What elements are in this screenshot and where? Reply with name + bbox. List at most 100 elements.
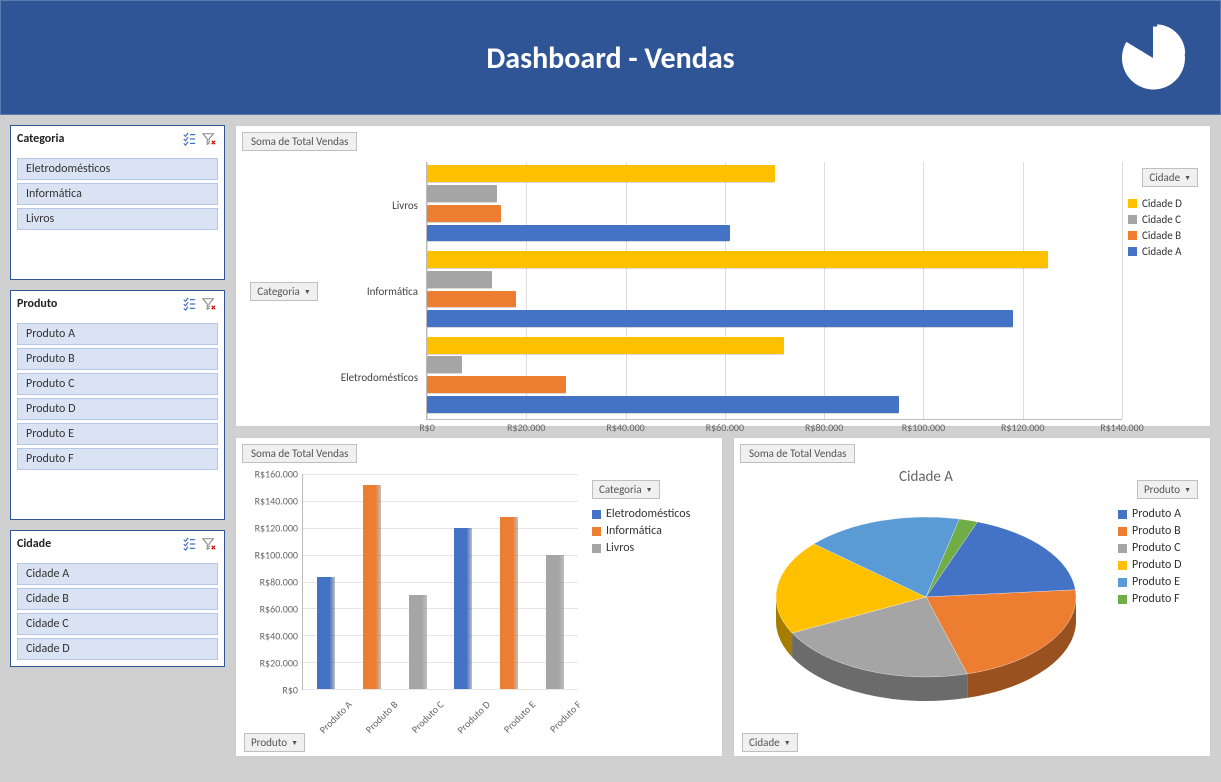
bar: [363, 485, 381, 689]
bar: [427, 396, 899, 413]
legend-item: Cidade C: [1128, 213, 1198, 226]
field-button-categoria[interactable]: Categoria▼: [592, 480, 660, 499]
axis-tick: R$0: [419, 421, 435, 434]
slicer-categoria: Categoria Eletrodomésticos Informática L…: [10, 125, 225, 280]
chevron-down-icon: ▼: [646, 485, 653, 494]
chevron-down-icon: ▼: [784, 738, 791, 747]
slicer-item[interactable]: Produto C: [17, 373, 218, 395]
chart-title-tab: Soma de Total Vendas: [242, 132, 357, 151]
bar: [427, 271, 492, 288]
chart-title-tab: Soma de Total Vendas: [242, 444, 357, 463]
chevron-down-icon: ▼: [304, 287, 311, 296]
multiselect-icon[interactable]: [180, 130, 198, 148]
axis-tick: R$120.000: [255, 522, 298, 535]
axis-category-label: Produto C: [409, 698, 447, 736]
axis-tick: R$120.000: [1001, 421, 1044, 434]
multiselect-icon[interactable]: [180, 535, 198, 553]
pie-logo-icon: [1118, 23, 1188, 93]
bar: [317, 577, 335, 689]
slicer-item[interactable]: Produto E: [17, 423, 218, 445]
slicer-title: Categoria: [17, 132, 178, 146]
bar: [427, 356, 462, 373]
slicer-item[interactable]: Produto B: [17, 348, 218, 370]
axis-tick: R$140.000: [255, 495, 298, 508]
axis-category-label: Informática: [326, 248, 426, 334]
slicer-item[interactable]: Cidade B: [17, 588, 218, 610]
legend-item: Produto D: [1118, 558, 1198, 572]
clear-filter-icon[interactable]: [200, 295, 218, 313]
field-button-categoria[interactable]: Categoria▼: [250, 282, 318, 301]
chevron-down-icon: ▼: [1184, 173, 1191, 182]
axis-category-label: Produto D: [454, 698, 492, 736]
axis-tick: R$160.000: [255, 468, 298, 481]
bar: [427, 165, 775, 182]
slicer-title: Cidade: [17, 537, 178, 551]
field-button-produto[interactable]: Produto▼: [1137, 480, 1198, 499]
pie-chart: [756, 492, 1096, 722]
legend-item: Produto F: [1118, 592, 1198, 606]
legend-item: Produto A: [1118, 507, 1198, 521]
slicer-item[interactable]: Produto A: [17, 323, 218, 345]
chart-panel-bottom-right: Soma de Total Vendas Cidade A Produto▼ P…: [733, 437, 1211, 757]
clear-filter-icon[interactable]: [200, 535, 218, 553]
slicer-produto: Produto Produto A Produto B Produto C Pr…: [10, 290, 225, 520]
bar: [427, 205, 501, 222]
chart-legend: Cidade▼ Cidade DCidade CCidade BCidade A: [1122, 162, 1204, 420]
bar: [409, 595, 427, 689]
slicer-item[interactable]: Cidade C: [17, 613, 218, 635]
legend-item: Eletrodomésticos: [592, 507, 710, 521]
bar: [454, 528, 472, 689]
slicer-item[interactable]: Eletrodomésticos: [17, 158, 218, 180]
bar: [546, 555, 564, 689]
axis-tick: R$100.000: [902, 421, 945, 434]
chart-legend: Produto▼ Produto A Produto B Produto C Prod…: [1112, 474, 1204, 750]
axis-tick: R$100.000: [255, 549, 298, 562]
legend-item: Cidade D: [1128, 197, 1198, 210]
slicer-title: Produto: [17, 297, 178, 311]
field-button-cidade[interactable]: Cidade▼: [742, 733, 798, 752]
slicer-item[interactable]: Cidade D: [17, 638, 218, 660]
chart-legend: Categoria▼ EletrodomésticosInformáticaLi…: [582, 474, 716, 750]
slicer-item[interactable]: Livros: [17, 208, 218, 230]
chevron-down-icon: ▼: [1184, 485, 1191, 494]
axis-tick: R$20.000: [507, 421, 545, 434]
multiselect-icon[interactable]: [180, 295, 198, 313]
axis-category-label: Produto A: [317, 698, 355, 736]
chart-panel-top: Soma de Total Vendas Categoria▼ LivrosIn…: [235, 125, 1211, 427]
slicer-item[interactable]: Cidade A: [17, 563, 218, 585]
legend-item: Produto B: [1118, 524, 1198, 538]
axis-category-label: Livros: [326, 162, 426, 248]
chart-title-tab: Soma de Total Vendas: [740, 444, 855, 463]
bar: [427, 225, 730, 242]
slicer-item[interactable]: Informática: [17, 183, 218, 205]
axis-tick: R$60.000: [706, 421, 744, 434]
axis-tick: R$80.000: [805, 421, 843, 434]
field-button-cidade[interactable]: Cidade▼: [1142, 168, 1198, 187]
legend-item: Livros: [592, 541, 710, 555]
axis-tick: R$20.000: [260, 657, 298, 670]
bar: [427, 251, 1048, 268]
axis-tick: R$40.000: [260, 630, 298, 643]
legend-item: Produto C: [1118, 541, 1198, 555]
pie-title: Cidade A: [740, 468, 1112, 486]
bar: [427, 291, 516, 308]
clear-filter-icon[interactable]: [200, 130, 218, 148]
axis-tick: R$40.000: [606, 421, 644, 434]
axis-category-label: Eletrodomésticos: [326, 334, 426, 420]
axis-tick: R$60.000: [260, 603, 298, 616]
field-button-produto[interactable]: Produto▼: [244, 733, 305, 752]
legend-item: Cidade A: [1128, 245, 1198, 258]
page-title: Dashboard - Vendas: [1, 1, 1220, 116]
slicer-item[interactable]: Produto F: [17, 448, 218, 470]
bar: [427, 376, 566, 393]
bar: [427, 310, 1013, 327]
axis-category-label: Produto B: [363, 698, 401, 736]
axis-tick: R$140.000: [1100, 421, 1143, 434]
bar: [427, 337, 784, 354]
axis-category-label: Produto E: [501, 698, 538, 735]
slicer-cidade: Cidade Cidade A Cidade B Cidade C Cidade…: [10, 530, 225, 667]
bar: [500, 517, 518, 689]
axis-tick: R$0: [282, 684, 298, 697]
slicer-item[interactable]: Produto D: [17, 398, 218, 420]
axis-category-label: Produto F: [547, 698, 584, 735]
